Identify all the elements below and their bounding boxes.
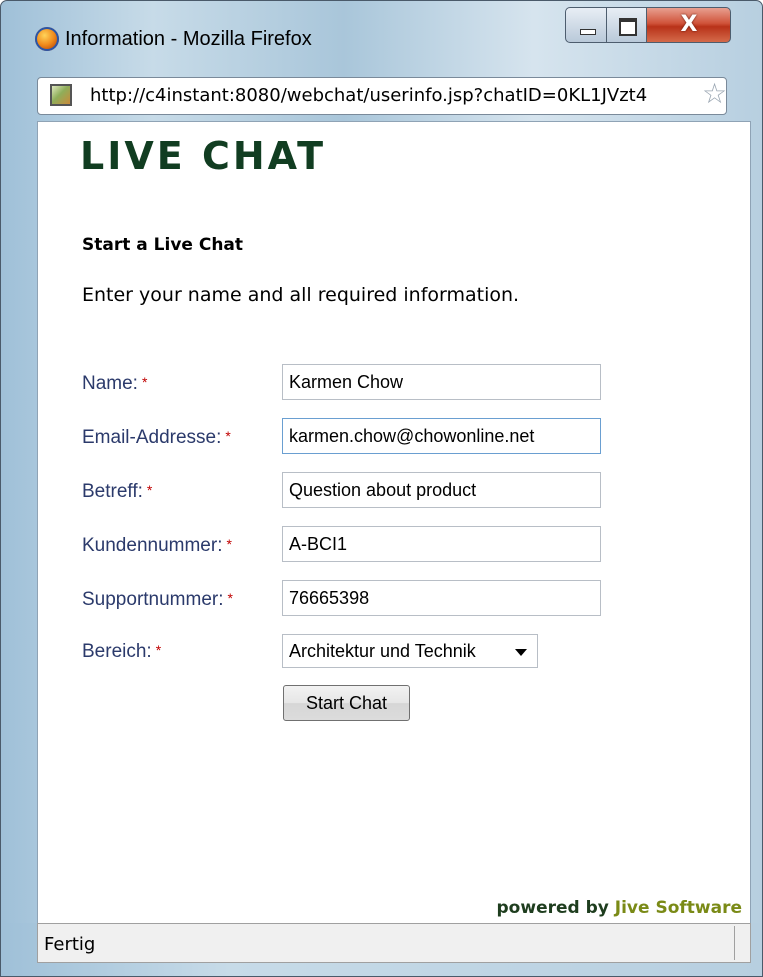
status-panel: Fertig: [37, 923, 751, 963]
jive-software-link[interactable]: Jive Software: [615, 898, 742, 918]
window-title: Information - Mozilla Firefox: [65, 28, 312, 50]
firefox-icon[interactable]: [35, 27, 59, 51]
close-icon: X: [680, 12, 698, 37]
close-button[interactable]: X: [647, 7, 731, 43]
customer-number-label-text: Kundennummer:: [82, 535, 223, 556]
required-marker: *: [155, 642, 162, 658]
minimize-button[interactable]: [565, 7, 607, 43]
bookmark-star-icon[interactable]: ☆: [702, 80, 727, 108]
department-label-text: Bereich:: [82, 641, 152, 662]
email-input[interactable]: [282, 418, 601, 454]
status-text: Fertig: [44, 934, 96, 955]
department-label: Bereich: *: [82, 641, 161, 663]
name-label: Name: *: [82, 373, 147, 395]
required-marker: *: [226, 536, 232, 552]
name-input[interactable]: [282, 364, 601, 400]
title-bar[interactable]: Information - Mozilla Firefox X: [1, 1, 762, 67]
intro-text: Enter your name and all required informa…: [82, 284, 520, 306]
customer-number-input[interactable]: [282, 526, 601, 562]
maximize-icon: [619, 18, 637, 36]
status-bar: Fertig: [1, 923, 762, 976]
address-bar[interactable]: http://c4instant:8080/webchat/userinfo.j…: [37, 77, 727, 115]
page-content: LIVE CHAT Start a Live Chat Enter your n…: [37, 121, 751, 936]
browser-window: Information - Mozilla Firefox X http://c…: [0, 0, 763, 977]
subject-input[interactable]: [282, 472, 601, 508]
minimize-icon: [580, 29, 596, 35]
live-chat-logo: LIVE CHAT: [80, 134, 327, 178]
powered-by-prefix: powered by: [496, 898, 609, 918]
site-favicon-icon: [50, 84, 72, 106]
support-number-label-text: Supportnummer:: [82, 589, 224, 610]
email-label-text: Email-Addresse:: [82, 427, 222, 448]
email-label: Email-Addresse: *: [82, 427, 231, 449]
name-label-text: Name:: [82, 373, 138, 394]
support-number-label: Supportnummer: *: [82, 589, 233, 611]
page-heading: Start a Live Chat: [82, 235, 244, 255]
url-text[interactable]: http://c4instant:8080/webchat/userinfo.j…: [90, 85, 702, 106]
required-marker: *: [141, 374, 148, 390]
maximize-button[interactable]: [607, 7, 647, 43]
start-chat-button[interactable]: Start Chat: [283, 685, 410, 721]
subject-label-text: Betreff:: [82, 481, 143, 502]
customer-number-label: Kundennummer: *: [82, 535, 232, 557]
department-select[interactable]: Architektur und Technik: [282, 634, 538, 668]
subject-label: Betreff: *: [82, 481, 152, 503]
chevron-down-icon[interactable]: [515, 649, 527, 656]
powered-by: powered by Jive Software: [497, 898, 742, 918]
status-divider: [734, 926, 735, 960]
support-number-input[interactable]: [282, 580, 601, 616]
required-marker: *: [225, 428, 231, 444]
department-select-value: Architektur und Technik: [289, 641, 476, 661]
required-marker: *: [146, 482, 153, 498]
required-marker: *: [227, 590, 233, 606]
